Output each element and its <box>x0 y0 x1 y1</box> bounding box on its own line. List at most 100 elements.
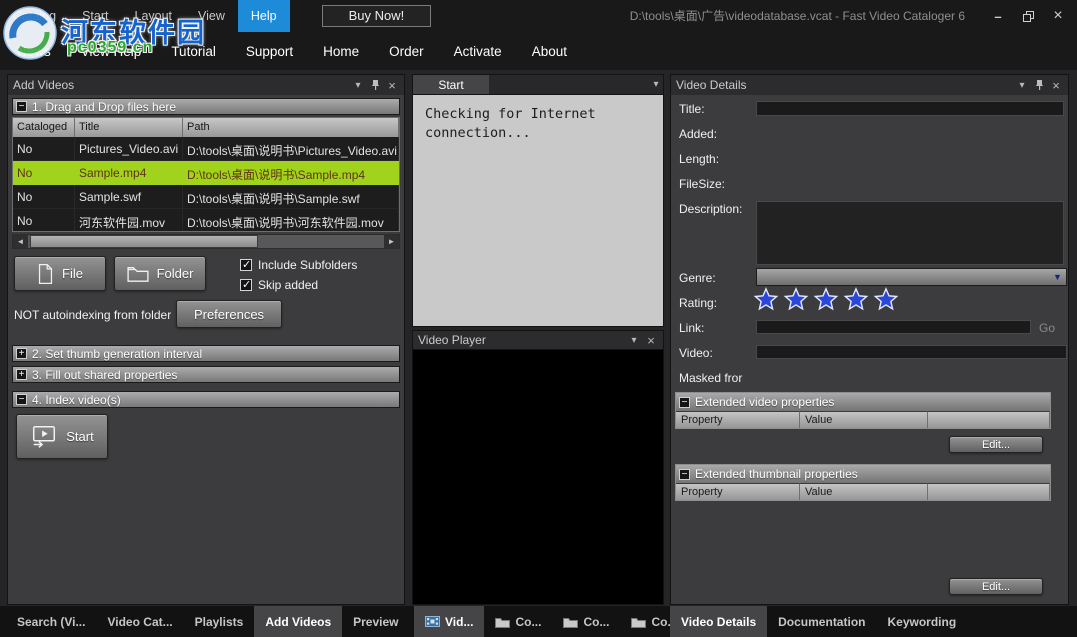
menu-view[interactable]: View <box>185 0 238 32</box>
folder-button[interactable]: Folder <box>114 256 206 291</box>
scroll-left-icon[interactable] <box>13 235 28 248</box>
star-icon[interactable] <box>843 287 869 312</box>
tab-documentation[interactable]: Documentation <box>767 606 876 637</box>
menu-catalog[interactable]: Catalog <box>0 0 69 32</box>
scroll-right-icon[interactable] <box>384 235 399 248</box>
tab-video[interactable]: Vid... <box>414 606 484 637</box>
chevron-down-icon[interactable] <box>1015 75 1029 95</box>
file-button[interactable]: File <box>14 256 106 291</box>
col-header-title[interactable]: Title <box>75 118 183 137</box>
tab-keywording[interactable]: Keywording <box>876 606 967 637</box>
tab-playlists[interactable]: Playlists <box>184 606 255 637</box>
col-header-value[interactable]: Value <box>800 483 928 500</box>
menu-start[interactable]: Start <box>69 0 121 32</box>
cell-path: D:\tools\桌面\说明书\Pictures_Video.avi <box>183 137 399 160</box>
col-header-path[interactable]: Path <box>183 118 399 137</box>
table-row-selected[interactable]: No Sample.mp4 D:\tools\桌面\说明书\Sample.mp4 <box>13 161 399 185</box>
folder-icon <box>563 616 578 628</box>
chevron-down-icon[interactable] <box>649 75 663 95</box>
expand-icon[interactable] <box>16 369 27 380</box>
rating-stars[interactable] <box>753 287 899 312</box>
section-index-videos[interactable]: 4. Index video(s) <box>12 391 400 408</box>
link-field[interactable] <box>756 320 1031 334</box>
star-icon[interactable] <box>813 287 839 312</box>
edit-video-properties-button[interactable]: Edit... <box>949 436 1043 453</box>
navlink-order[interactable]: Order <box>374 44 439 59</box>
navlink-news[interactable]: News <box>2 44 66 59</box>
pin-icon[interactable] <box>368 75 382 95</box>
navlink-about[interactable]: About <box>517 44 582 59</box>
buy-now-button[interactable]: Buy Now! <box>322 5 432 27</box>
tab-preview[interactable]: Preview <box>342 606 409 637</box>
chevron-down-icon[interactable] <box>627 330 641 350</box>
navlink-tutorial[interactable]: Tutorial <box>156 44 231 59</box>
star-icon[interactable] <box>783 287 809 312</box>
extended-thumbnail-properties-header[interactable]: Extended thumbnail properties <box>676 465 1050 483</box>
pin-icon[interactable] <box>1032 75 1046 95</box>
tab-companion-2[interactable]: Co... <box>552 606 620 637</box>
title-label: Title: <box>679 102 705 116</box>
section-shared-properties[interactable]: 3. Fill out shared properties <box>12 366 400 383</box>
include-subfolders-checkbox[interactable]: Include Subfolders <box>240 258 357 272</box>
tab-video-catalog[interactable]: Video Cat... <box>96 606 183 637</box>
tab-video-details[interactable]: Video Details <box>670 606 767 637</box>
star-icon[interactable] <box>753 287 779 312</box>
extended-video-properties-header[interactable]: Extended video properties <box>676 393 1050 411</box>
close-icon[interactable] <box>1043 0 1073 32</box>
expand-icon[interactable] <box>16 348 27 359</box>
navlink-support[interactable]: Support <box>231 44 308 59</box>
folder-icon <box>127 265 149 283</box>
navlink-home[interactable]: Home <box>308 44 374 59</box>
restore-icon[interactable] <box>1013 0 1043 32</box>
checkbox-checked-icon[interactable] <box>240 279 252 291</box>
tab-add-videos[interactable]: Add Videos <box>254 606 342 637</box>
collapse-icon[interactable] <box>679 469 690 480</box>
scrollbar-thumb[interactable] <box>30 235 258 248</box>
go-button[interactable]: Go <box>1039 321 1055 335</box>
navlink-activate[interactable]: Activate <box>439 44 517 59</box>
skip-added-checkbox[interactable]: Skip added <box>240 278 318 292</box>
collapse-icon[interactable] <box>16 101 27 112</box>
horizontal-scrollbar[interactable] <box>12 234 400 249</box>
scrollbar-track[interactable] <box>28 235 384 248</box>
section-thumb-interval[interactable]: 2. Set thumb generation interval <box>12 345 400 362</box>
navlink-view-help[interactable]: View Help <box>66 44 157 59</box>
chevron-down-icon[interactable] <box>1049 269 1066 285</box>
section-drag-drop[interactable]: 1. Drag and Drop files here <box>12 98 400 115</box>
tab-video-label: Vid... <box>445 615 473 629</box>
table-row[interactable]: No Sample.swf D:\tools\桌面\说明书\Sample.swf <box>13 185 399 209</box>
col-header-property[interactable]: Property <box>676 411 800 428</box>
start-indexing-button[interactable]: Start <box>16 414 108 459</box>
preferences-button[interactable]: Preferences <box>176 300 282 328</box>
description-field[interactable] <box>756 201 1064 265</box>
collapse-icon[interactable] <box>16 394 27 405</box>
tab-companion-1[interactable]: Co... <box>484 606 552 637</box>
preferences-button-label: Preferences <box>194 307 264 322</box>
col-header-cataloged[interactable]: Cataloged <box>13 118 75 137</box>
close-icon[interactable] <box>644 330 658 350</box>
video-player-viewport[interactable] <box>412 349 664 605</box>
menu-help[interactable]: Help <box>238 0 290 32</box>
collapse-icon[interactable] <box>679 397 690 408</box>
close-icon[interactable] <box>385 75 399 95</box>
start-tab-strip: Start <box>412 74 664 94</box>
genre-dropdown[interactable] <box>756 268 1067 286</box>
chevron-down-icon[interactable] <box>351 75 365 95</box>
col-header-value[interactable]: Value <box>800 411 928 428</box>
window-controls <box>983 0 1073 32</box>
video-field[interactable] <box>756 345 1067 359</box>
section-shared-properties-label: 3. Fill out shared properties <box>32 368 177 382</box>
title-field[interactable] <box>756 101 1064 116</box>
tab-search-videos[interactable]: Search (Vi... <box>6 606 96 637</box>
close-icon[interactable] <box>1049 75 1063 95</box>
edit-thumbnail-properties-button[interactable]: Edit... <box>949 578 1043 595</box>
star-icon[interactable] <box>873 287 899 312</box>
start-indexing-label: Start <box>66 429 93 444</box>
checkbox-checked-icon[interactable] <box>240 259 252 271</box>
menu-layout[interactable]: Layout <box>122 0 186 32</box>
col-header-property[interactable]: Property <box>676 483 800 500</box>
tab-start[interactable]: Start <box>413 75 489 95</box>
minimize-icon[interactable] <box>983 0 1013 32</box>
table-row[interactable]: No 河东软件园.mov D:\tools\桌面\说明书\河东软件园.mov <box>13 209 399 232</box>
table-row[interactable]: No Pictures_Video.avi D:\tools\桌面\说明书\Pi… <box>13 137 399 161</box>
